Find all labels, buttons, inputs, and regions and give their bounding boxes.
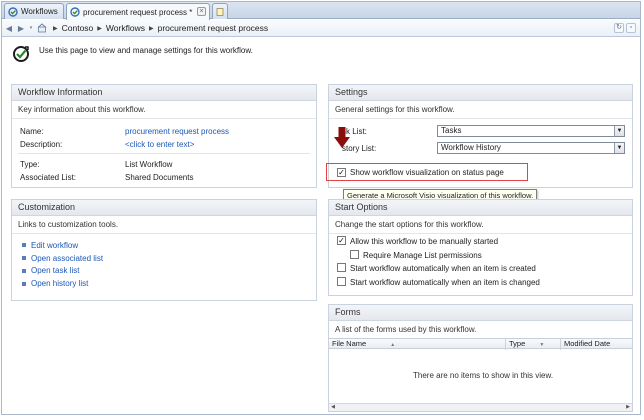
workflow-icon	[13, 46, 29, 62]
task-list-select[interactable]: Tasks ▼	[437, 125, 625, 137]
tab-procurement-request-process[interactable]: procurement request process * ×	[66, 3, 210, 20]
breadcrumb-workflows[interactable]: Workflows	[106, 23, 145, 33]
panel-title: Settings	[329, 85, 632, 101]
window-menu-icon[interactable]: ▫	[626, 23, 636, 33]
annotation-arrow-icon	[334, 127, 350, 148]
open-associated-list-link[interactable]: Open associated list	[22, 252, 103, 265]
associated-list-value: Shared Documents	[125, 173, 194, 182]
panel-description: A list of the forms used by this workflo…	[335, 325, 477, 334]
scroll-left-icon[interactable]: ◀	[329, 404, 337, 411]
close-tab-icon[interactable]: ×	[197, 7, 206, 16]
bullet-icon	[22, 268, 26, 273]
start-on-create-checkbox[interactable]	[337, 263, 346, 272]
panel-description: Links to customization tools.	[12, 216, 316, 234]
panel-title: Customization	[12, 200, 316, 216]
name-label: Name:	[20, 127, 44, 136]
open-task-list-link[interactable]: Open task list	[22, 265, 103, 278]
site-home-icon[interactable]	[37, 23, 47, 33]
settings-panel: Settings General settings for this workf…	[326, 84, 633, 188]
start-on-change-checkbox[interactable]	[337, 277, 346, 286]
panel-description: Change the start options for this workfl…	[329, 216, 632, 234]
panel-title: Forms	[329, 305, 632, 321]
tab-label: procurement request process *	[83, 7, 193, 17]
allow-manual-start-checkbox[interactable]: ✓	[337, 236, 346, 245]
column-file-name[interactable]: File Name ▲	[329, 339, 506, 350]
require-manage-list-label[interactable]: Require Manage List permissions	[363, 251, 482, 260]
bullet-icon	[22, 281, 26, 286]
open-history-list-link[interactable]: Open history list	[22, 277, 103, 290]
forms-panel: Forms A list of the forms used by this w…	[328, 304, 633, 412]
customization-links: Edit workflow Open associated list Open …	[22, 239, 103, 290]
workflow-information-panel: Workflow Information Key information abo…	[11, 84, 317, 188]
history-list-select[interactable]: Workflow History ▼	[437, 142, 625, 154]
chevron-down-icon[interactable]: ▼	[614, 126, 624, 136]
column-type[interactable]: Type ▼	[506, 339, 561, 350]
start-on-create-label[interactable]: Start workflow automatically when an ite…	[350, 264, 536, 273]
panel-description: Key information about this workflow.	[12, 101, 316, 119]
forms-table-header: File Name ▲ Type ▼ Modified Date	[329, 338, 632, 350]
refresh-icon[interactable]: ↻	[614, 23, 624, 33]
panel-title: Start Options	[329, 200, 632, 216]
chevron-down-icon: ▼	[539, 342, 545, 348]
workflow-icon	[70, 7, 80, 17]
start-on-change-label[interactable]: Start workflow automatically when an ite…	[350, 278, 540, 287]
show-visualization-checkbox[interactable]: ✓	[337, 168, 346, 177]
description-label: Description:	[20, 140, 63, 149]
horizontal-scrollbar[interactable]: ◀ ▶	[329, 403, 632, 411]
task-list-selected: Tasks	[441, 126, 462, 135]
edit-workflow-link[interactable]: Edit workflow	[22, 239, 103, 252]
bullet-icon	[22, 243, 26, 248]
breadcrumb-separator-icon: ▶	[148, 25, 154, 32]
divider	[18, 153, 310, 154]
tab-workflows[interactable]: Workflows	[4, 3, 64, 19]
workflow-icon	[8, 6, 18, 17]
description-value[interactable]: <click to enter text>	[125, 140, 194, 149]
new-tab-button[interactable]	[212, 3, 228, 19]
sharepoint-designer-window: Workflows procurement request process * …	[1, 1, 641, 415]
breadcrumb-separator-icon: ▶	[97, 25, 102, 32]
type-label: Type:	[20, 160, 40, 169]
breadcrumb: ▶ Contoso ▶ Workflows ▶ procurement requ…	[51, 23, 268, 33]
name-value[interactable]: procurement request process	[125, 127, 229, 136]
column-modified-date[interactable]: Modified Date	[561, 339, 632, 350]
tab-label: Workflows	[21, 7, 58, 16]
back-arrow-icon[interactable]: ◀	[4, 23, 14, 33]
customization-panel: Customization Links to customization too…	[11, 199, 317, 301]
forms-empty-message: There are no items to show in this view.	[413, 371, 554, 380]
type-value: List Workflow	[125, 160, 173, 169]
sort-asc-icon: ▲	[390, 342, 396, 348]
page-description: Use this page to view and manage setting…	[39, 46, 253, 55]
breadcrumb-separator-icon: ▶	[53, 25, 58, 32]
show-visualization-label[interactable]: Show workflow visualization on status pa…	[350, 168, 504, 177]
panel-description: General settings for this workflow.	[329, 101, 632, 119]
allow-manual-start-label[interactable]: Allow this workflow to be manually start…	[350, 237, 498, 246]
associated-list-label: Associated List:	[20, 173, 77, 182]
breadcrumb-contoso[interactable]: Contoso	[62, 23, 94, 33]
navigation-bar: ◀ ▶ ▾ ▶ Contoso ▶ Workflows ▶ procuremen…	[2, 20, 640, 37]
bullet-icon	[22, 256, 26, 261]
page-intro: Use this page to view and manage setting…	[12, 45, 253, 63]
new-tab-icon	[216, 7, 224, 16]
address-bar-buttons: ↻ ▫	[614, 23, 636, 33]
require-manage-list-checkbox[interactable]	[350, 250, 359, 259]
forward-arrow-icon[interactable]: ▶	[16, 23, 26, 33]
scroll-right-icon[interactable]: ▶	[624, 404, 632, 411]
chevron-down-icon[interactable]: ▼	[614, 143, 624, 153]
history-dropdown-icon[interactable]: ▾	[28, 23, 34, 33]
panel-title: Workflow Information	[12, 85, 316, 101]
history-list-selected: Workflow History	[441, 143, 501, 152]
breadcrumb-procurement-request-process[interactable]: procurement request process	[158, 23, 269, 33]
start-options-panel: Start Options Change the start options f…	[328, 199, 633, 296]
tab-strip: Workflows procurement request process * …	[2, 2, 640, 20]
